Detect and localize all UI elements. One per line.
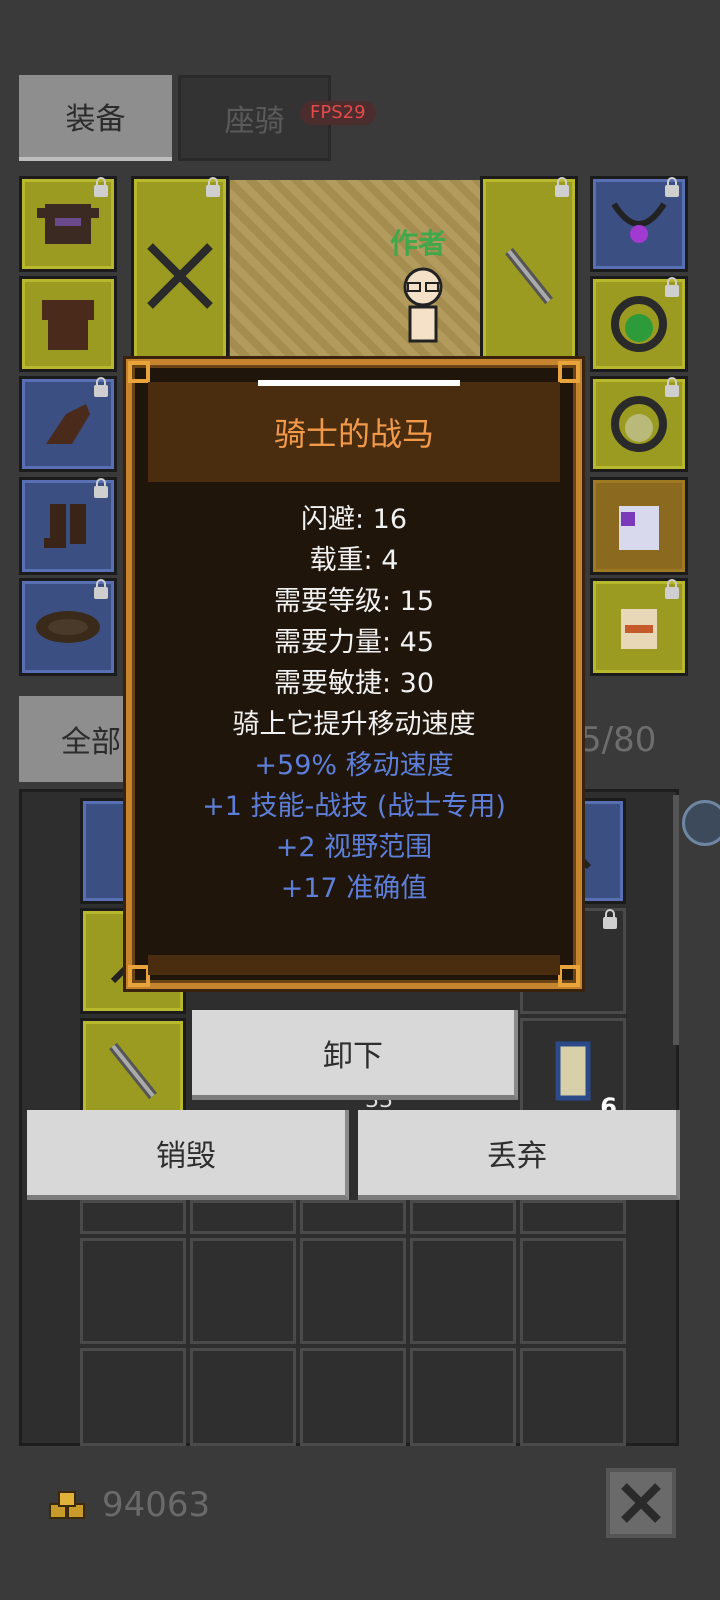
lock-icon — [665, 377, 679, 397]
slot-boots[interactable] — [19, 477, 117, 575]
lock-icon — [206, 177, 220, 197]
slot-ring-2[interactable] — [590, 376, 688, 472]
inventory-slot[interactable] — [410, 1200, 516, 1234]
side-floating-button[interactable] — [682, 800, 720, 846]
popup-header: 骑士的战马 — [148, 382, 560, 482]
bonus-line: +1 技能-战技 (战士专用) — [202, 791, 506, 822]
inventory-slot[interactable] — [300, 1348, 406, 1446]
inventory-slot[interactable] — [410, 1348, 516, 1446]
popup-corner-ornament — [128, 361, 150, 383]
slot-amulet[interactable] — [590, 176, 688, 272]
bonus-line: +59% 移动速度 — [254, 750, 454, 781]
stat-line: 需要敏捷: 30 — [273, 668, 435, 699]
lock-icon — [94, 579, 108, 599]
inventory-slot[interactable] — [80, 1200, 186, 1234]
close-button[interactable] — [606, 1468, 676, 1538]
popup-corner-ornament — [128, 965, 150, 987]
slot-armor[interactable] — [19, 276, 117, 372]
gold-amount: 94063 — [102, 1485, 211, 1525]
character-name: 作者 — [390, 227, 447, 260]
character-sprite — [392, 265, 454, 355]
lock-icon — [94, 377, 108, 397]
inventory-slot[interactable] — [80, 1018, 186, 1124]
item-detail-popup: 骑士的战马 闪避: 16 载重: 4 需要等级: 15 需要力量: 45 需要敏… — [126, 359, 582, 989]
bonus-line: +17 准确值 — [280, 873, 428, 904]
gold-coins-icon — [46, 1488, 90, 1524]
fps-counter: FPS29 — [300, 101, 376, 125]
inventory-slot[interactable] — [190, 1238, 296, 1344]
unequip-button[interactable]: 卸下 — [192, 1010, 518, 1100]
close-icon — [621, 1483, 661, 1523]
popup-footer — [148, 955, 560, 975]
inventory-count: 5/80 — [580, 720, 657, 760]
tab-equipment[interactable]: 装备 — [19, 75, 172, 161]
inventory-slot[interactable] — [190, 1200, 296, 1234]
popup-corner-ornament — [558, 361, 580, 383]
inventory-slot[interactable]: 6 — [520, 1018, 626, 1124]
slot-helmet[interactable] — [19, 176, 117, 272]
slot-ring-1[interactable] — [590, 276, 688, 372]
lock-icon — [94, 177, 108, 197]
inventory-slot[interactable] — [300, 1238, 406, 1344]
stat-line: 需要力量: 45 — [273, 627, 435, 658]
inventory-slot[interactable] — [520, 1238, 626, 1344]
lock-icon — [94, 478, 108, 498]
inventory-slot[interactable] — [410, 1238, 516, 1344]
slot-main-weapon[interactable] — [131, 176, 229, 376]
drag-handle[interactable] — [258, 380, 460, 386]
stat-line: 载重: 4 — [309, 545, 399, 576]
pet-icon — [593, 480, 685, 572]
slot-belt[interactable] — [19, 578, 117, 676]
inventory-slot[interactable] — [300, 1200, 406, 1234]
lock-icon — [603, 909, 617, 929]
destroy-button[interactable]: 销毁 — [27, 1110, 349, 1200]
item-title: 骑士的战马 — [273, 415, 434, 453]
lock-icon — [665, 177, 679, 197]
lock-icon — [665, 579, 679, 599]
inventory-slot[interactable] — [520, 1200, 626, 1234]
inventory-slot[interactable] — [80, 1238, 186, 1344]
lock-icon — [555, 177, 569, 197]
inventory-scrollbar[interactable] — [673, 795, 679, 1045]
popup-corner-ornament — [558, 965, 580, 987]
item-description: 骑上它提升移动速度 — [232, 709, 476, 740]
stat-line: 需要等级: 15 — [273, 586, 435, 617]
armor-icon — [22, 279, 114, 369]
bonus-line: +2 视野范围 — [275, 832, 433, 863]
slot-mount[interactable] — [590, 578, 688, 676]
lock-icon — [665, 277, 679, 297]
slot-pet[interactable] — [590, 477, 688, 575]
dagger-icon — [483, 179, 575, 373]
slot-gloves[interactable] — [19, 376, 117, 472]
inventory-slot[interactable] — [80, 1348, 186, 1446]
stat-line: 闪避: 16 — [300, 504, 408, 535]
crossed-swords-icon — [134, 179, 226, 373]
dagger-icon — [83, 1021, 183, 1121]
slot-offhand-weapon[interactable] — [480, 176, 578, 376]
inventory-slot[interactable] — [520, 1348, 626, 1446]
discard-button[interactable]: 丢弃 — [358, 1110, 680, 1200]
inventory-slot[interactable] — [190, 1348, 296, 1446]
